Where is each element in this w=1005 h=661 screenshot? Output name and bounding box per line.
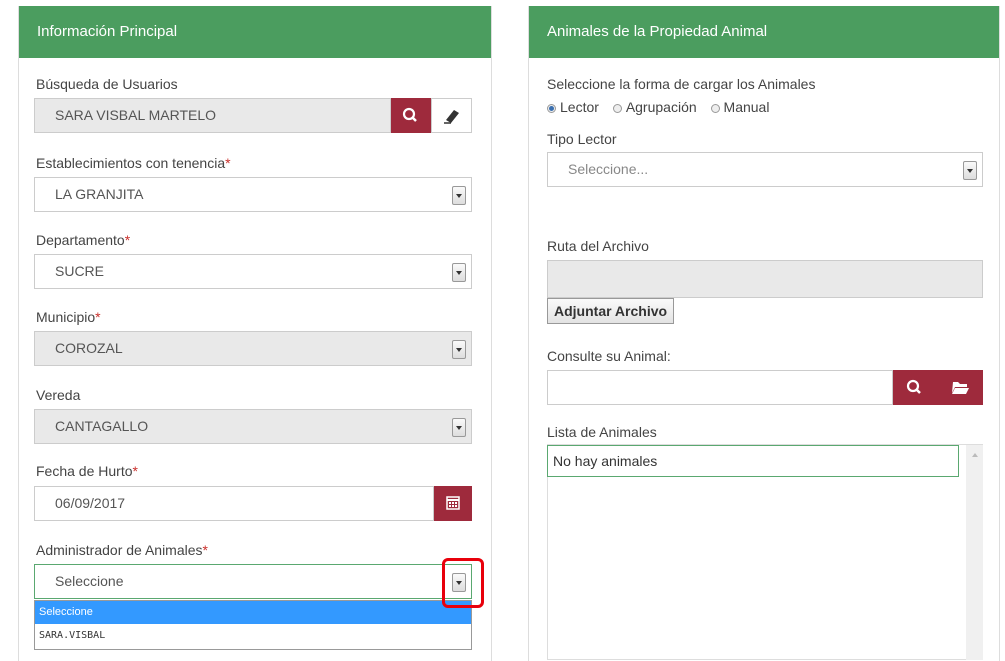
radio-icon xyxy=(710,103,720,113)
lista-animales-value: No hay animales xyxy=(547,445,959,477)
chevron-down-icon[interactable] xyxy=(452,340,466,359)
radio-manual[interactable]: Manual xyxy=(710,99,769,115)
search-user-button[interactable] xyxy=(391,98,431,133)
calendar-icon xyxy=(446,496,460,510)
radio-agrupacion[interactable]: Agrupación xyxy=(612,99,697,115)
calendar-button[interactable] xyxy=(434,486,472,521)
clear-user-button[interactable] xyxy=(431,98,472,133)
animales-panel: Animales de la Propiedad Animal Seleccio… xyxy=(528,6,1000,661)
administrador-dropdown-list: Seleccione SARA.VISBAL xyxy=(34,600,472,650)
fecha-hurto-input[interactable]: 06/09/2017 xyxy=(34,486,434,521)
administrador-select[interactable]: Seleccione xyxy=(34,564,472,599)
busqueda-usuarios-input[interactable]: SARA VISBAL MARTELO xyxy=(34,98,391,133)
forma-carga-label: Seleccione la forma de cargar los Animal… xyxy=(547,76,816,92)
chevron-down-icon[interactable] xyxy=(452,186,466,205)
ruta-archivo-label: Ruta del Archivo xyxy=(547,238,649,254)
lista-animales-label: Lista de Animales xyxy=(547,424,657,440)
open-folder-button[interactable] xyxy=(938,370,983,405)
search-animal-button[interactable] xyxy=(893,370,938,405)
panel-title: Animales de la Propiedad Animal xyxy=(529,6,999,58)
administrador-label: Administrador de Animales* xyxy=(36,542,208,558)
search-icon xyxy=(906,379,921,394)
radio-icon xyxy=(612,103,622,113)
ruta-archivo-input[interactable] xyxy=(547,260,983,298)
highlight-annotation xyxy=(442,558,484,608)
tipo-lector-select[interactable]: Seleccione... xyxy=(547,152,983,187)
adjuntar-archivo-button[interactable]: Adjuntar Archivo xyxy=(547,298,675,324)
busqueda-usuarios-label: Búsqueda de Usuarios xyxy=(36,76,178,92)
scroll-up-icon[interactable] xyxy=(971,453,978,457)
radio-selected-icon xyxy=(547,103,556,113)
dropdown-option[interactable]: Seleccione xyxy=(35,601,471,624)
chevron-down-icon[interactable] xyxy=(452,263,466,282)
dropdown-option[interactable]: SARA.VISBAL xyxy=(35,624,471,647)
search-icon xyxy=(402,107,417,122)
establecimientos-label: Establecimientos con tenencia* xyxy=(36,155,231,171)
folder-open-icon xyxy=(952,382,969,394)
informacion-principal-panel: Información Principal Búsqueda de Usuari… xyxy=(18,6,492,661)
departamento-label: Departamento* xyxy=(36,232,131,248)
tipo-lector-label: Tipo Lector xyxy=(547,131,617,147)
municipio-select[interactable]: COROZAL xyxy=(34,331,472,366)
carga-radio-group: Lector Agrupación Manual xyxy=(547,99,769,115)
departamento-select[interactable]: SUCRE xyxy=(34,254,472,289)
municipio-label: Municipio* xyxy=(36,309,101,325)
radio-lector[interactable]: Lector xyxy=(547,99,599,115)
fecha-hurto-label: Fecha de Hurto* xyxy=(36,463,138,479)
establecimientos-select[interactable]: LA GRANJITA xyxy=(34,177,472,212)
consulte-animal-input[interactable] xyxy=(547,370,893,405)
chevron-down-icon[interactable] xyxy=(452,418,466,437)
vereda-label: Vereda xyxy=(36,387,81,403)
panel-title: Información Principal xyxy=(19,6,491,58)
eraser-icon xyxy=(444,110,459,124)
vereda-select[interactable]: CANTAGALLO xyxy=(34,409,472,444)
lista-scrollbar[interactable] xyxy=(966,445,983,660)
consulte-animal-label: Consulte su Animal: xyxy=(547,348,671,364)
chevron-down-icon[interactable] xyxy=(963,161,977,180)
